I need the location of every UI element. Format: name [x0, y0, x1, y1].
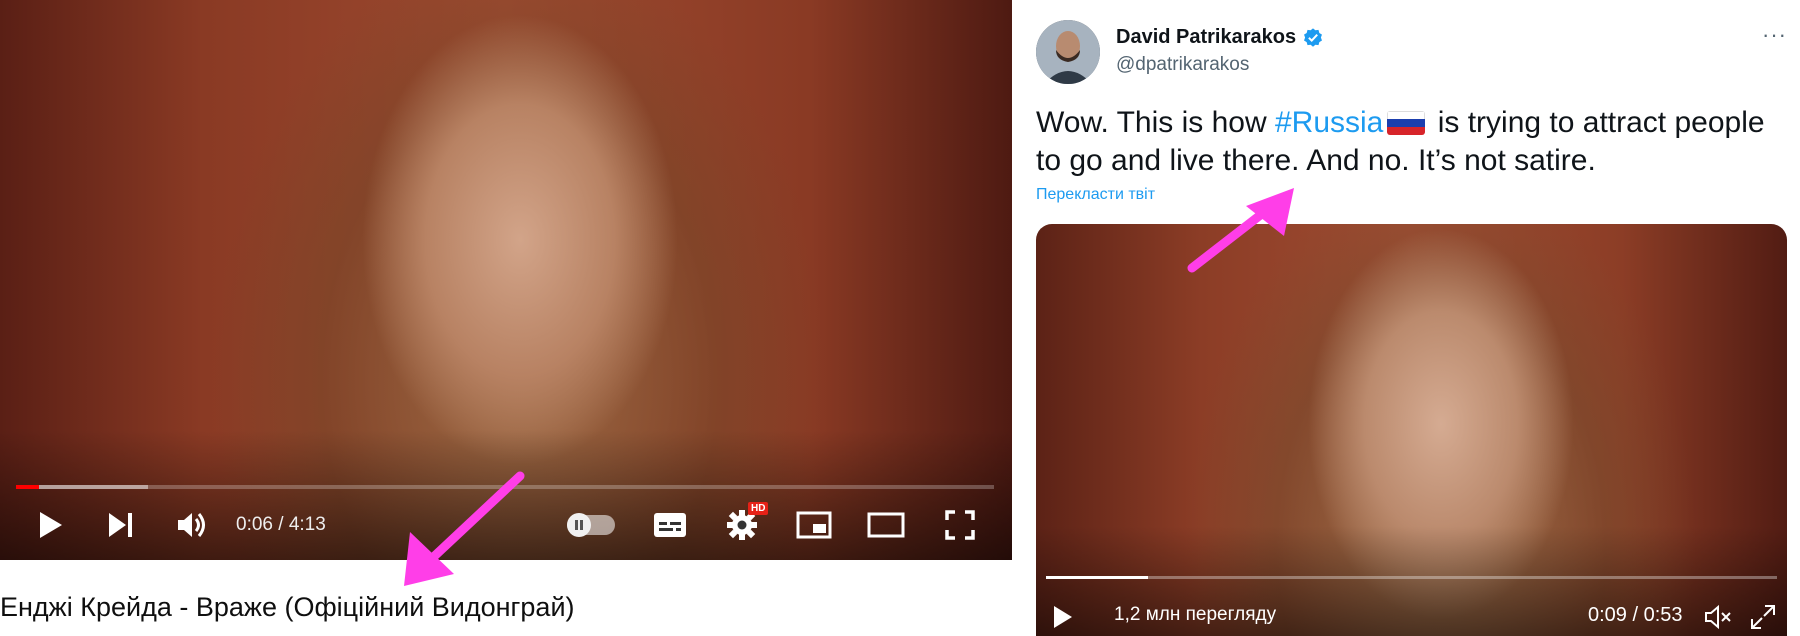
youtube-panel: 0:06 / 4:13 HD Енджі Крейда - Враже (Офі… [0, 0, 1012, 636]
tweet-video-progress-bar[interactable] [1046, 576, 1777, 579]
translate-tweet-link[interactable]: Перекласти твіт [1036, 186, 1155, 204]
author-name[interactable]: David Patrikarakos [1116, 26, 1324, 49]
avatar[interactable] [1036, 20, 1100, 84]
autoplay-knob [567, 513, 591, 537]
miniplayer-button[interactable] [794, 508, 834, 542]
play-icon [1054, 606, 1072, 628]
tweet-text-start: Wow. This is how [1036, 106, 1275, 139]
fullscreen-button[interactable] [942, 508, 978, 542]
hd-badge: HD [748, 502, 769, 515]
russia-flag-icon [1387, 111, 1426, 135]
expand-icon [1751, 605, 1775, 629]
verified-badge-icon [1304, 27, 1323, 47]
play-button[interactable] [34, 508, 68, 542]
tweet-play-button[interactable] [1052, 604, 1074, 635]
played-bar [16, 485, 40, 489]
more-options-button[interactable]: ··· [1762, 22, 1787, 48]
tweet-panel: David Patrikarakos @dpatrikarakos ··· Wo… [1016, 0, 1800, 636]
subtitles-button[interactable] [651, 508, 689, 542]
tweet-video-progress-fill [1046, 576, 1149, 579]
miniplayer-icon [796, 511, 832, 539]
screenshot-root: 0:06 / 4:13 HD Енджі Крейда - Враже (Офі… [0, 0, 1800, 636]
fullscreen-icon [945, 510, 975, 540]
volume-icon [178, 513, 205, 537]
theater-mode-button[interactable] [866, 508, 906, 542]
expand-button[interactable] [1750, 604, 1776, 635]
author-handle[interactable]: @dpatrikarakos [1116, 54, 1249, 76]
pause-icon [575, 520, 583, 530]
skip-next-icon [109, 513, 132, 537]
player-gradient-overlay [0, 430, 1012, 560]
play-icon [40, 512, 62, 538]
youtube-video-player[interactable]: 0:06 / 4:13 HD [0, 0, 1012, 560]
next-button[interactable] [104, 508, 138, 542]
tweet-text: Wow. This is how #Russia is trying to at… [1036, 104, 1786, 180]
volume-button[interactable] [174, 508, 210, 542]
tweet-video-time: 0:09 / 0:53 [1588, 604, 1683, 626]
tweet-video-player[interactable]: 1,2 млн перегляду 0:09 / 0:53 [1036, 224, 1787, 636]
youtube-video-title[interactable]: Енджі Крейда - Враже (Офіційний Видонгра… [0, 592, 575, 623]
youtube-progress-bar[interactable] [16, 485, 994, 489]
theater-icon [867, 512, 905, 538]
subtitles-icon [654, 513, 686, 537]
youtube-time-display: 0:06 / 4:13 [236, 514, 326, 535]
view-count: 1,2 млн перегляду [1114, 604, 1277, 625]
hashtag-link[interactable]: #Russia [1275, 106, 1383, 139]
avatar-portrait-icon [1036, 20, 1100, 84]
autoplay-toggle[interactable] [567, 513, 615, 537]
author-name-text: David Patrikarakos [1116, 26, 1297, 48]
muted-speaker-icon [1705, 604, 1731, 630]
mute-button[interactable] [1704, 604, 1734, 635]
